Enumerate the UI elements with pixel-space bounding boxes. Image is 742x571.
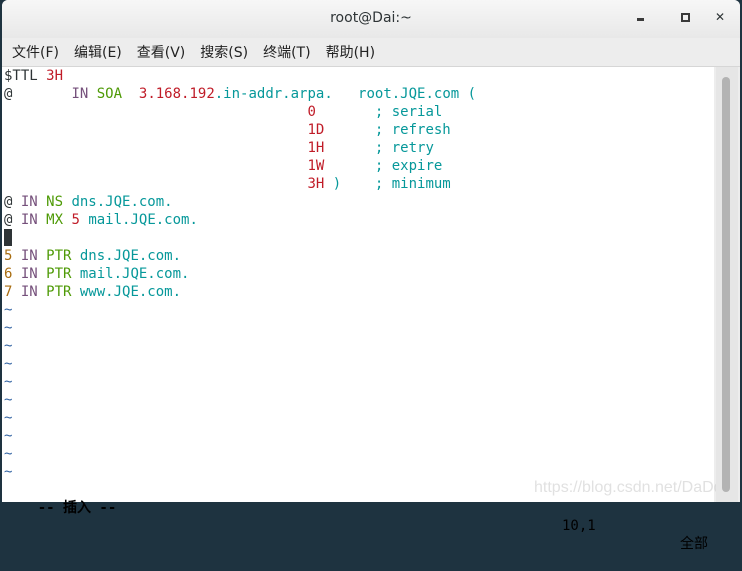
terminal-content[interactable]: $TTL 3H @ IN SOA 3.168.192.in-addr.arpa. … [2,67,735,552]
menu-edit[interactable]: 编辑(E) [74,42,122,62]
code-token: $TTL [4,68,47,84]
menu-search[interactable]: 搜索(S) [200,42,248,62]
code-token: 1H [307,140,325,156]
empty-line-marker: ~ [4,428,13,444]
code-token: NS [46,194,72,210]
code-token: IN [20,266,47,282]
code-token: dns.JQE.com. [79,248,182,264]
menu-bar: 文件(F) 编辑(E) 查看(V) 搜索(S) 终端(T) 帮助(H) [2,38,740,67]
menu-view[interactable]: 查看(V) [137,42,186,62]
code-token: PTR [46,248,80,264]
code-token: 6 [4,266,21,282]
editor-line[interactable]: 1H ; retry [2,139,714,157]
maximize-icon [680,13,690,22]
close-icon: ✕ [714,10,726,24]
menu-file[interactable]: 文件(F) [12,42,59,62]
code-token: @ [4,194,21,210]
menu-help[interactable]: 帮助(H) [326,42,375,62]
scrollbar-thumb[interactable] [722,77,730,492]
code-token: ; serial [315,104,443,120]
code-token: PTR [46,266,80,282]
code-token: www.JQE.com. [79,284,182,300]
title-bar[interactable]: root@Dai:~ ✕ [2,0,740,38]
code-token: 0 [307,104,316,120]
code-token: 7 [4,284,21,300]
code-token: IN [20,194,47,210]
vertical-scrollbar[interactable] [716,67,738,502]
mode-indicator: -- 插入 -- [37,500,117,516]
editor-line[interactable] [2,229,714,247]
empty-line-marker: ~ [4,446,13,462]
editor-line[interactable]: @ IN NS dns.JQE.com. [2,193,714,211]
empty-line-marker: ~ [4,302,13,318]
editor-line[interactable]: @ IN SOA 3.168.192.in-addr.arpa. root.JQ… [2,85,714,103]
editor-line[interactable]: 7 IN PTR www.JQE.com. [2,283,714,301]
code-token: IN [20,248,47,264]
maximize-button[interactable] [675,10,695,28]
code-token: @ [4,212,21,228]
editor-line[interactable]: $TTL 3H [2,67,714,85]
editor-line[interactable]: 1D ; refresh [2,121,714,139]
editor-line[interactable]: 3H ) ; minimum [2,175,714,193]
code-token: ; refresh [324,122,451,138]
code-token: 3H [46,68,64,84]
code-token: 5 [71,212,89,228]
code-token: MX [46,212,72,228]
text-cursor [4,229,12,246]
code-token: PTR [46,284,80,300]
code-token: @ [4,86,72,102]
empty-line-marker: ~ [4,320,13,336]
code-token: 1W [307,158,325,174]
empty-line-marker: ~ [4,356,13,372]
empty-line-marker: ~ [4,338,13,354]
empty-line-marker: ~ [4,410,13,426]
code-token: ; expire [324,158,443,174]
minimize-icon [636,18,644,21]
code-token: IN [20,284,47,300]
watermark: https://blog.csdn.net/DaDdai [534,479,736,496]
empty-line-marker: ~ [4,374,13,390]
code-token: 1D [307,122,325,138]
menu-terminal[interactable]: 终端(T) [263,42,310,62]
code-token: 3H [307,176,325,192]
editor-buffer[interactable]: $TTL 3H @ IN SOA 3.168.192.in-addr.arpa. … [2,67,714,481]
code-token: IN [20,212,47,228]
editor-line[interactable]: 1W ; expire [2,157,714,175]
minimize-button[interactable] [630,10,650,28]
empty-line-marker: ~ [4,392,13,408]
editor-line[interactable]: 0 ; serial [2,103,714,121]
code-token: mail.JQE.com. [79,266,190,282]
code-token: IN [71,86,97,102]
cursor-position: 10,1 [562,518,596,534]
close-button[interactable]: ✕ [710,10,730,28]
code-token: 3.168.192 [138,86,215,102]
scroll-indicator: 全部 [680,536,708,552]
code-token: ; retry [324,140,434,156]
code-token: SOA [96,86,123,102]
code-token: 5 [4,248,21,264]
code-token: dns.JQE.com. [71,194,173,210]
editor-line[interactable]: 6 IN PTR mail.JQE.com. [2,265,714,283]
code-token: .in-addr.arpa. root.JQE.com ( [214,86,477,102]
code-token: mail.JQE.com. [88,212,198,228]
editor-line[interactable]: @ IN MX 5 mail.JQE.com. [2,211,714,229]
code-token: ) ; minimum [324,176,451,192]
editor-line[interactable]: 5 IN PTR dns.JQE.com. [2,247,714,265]
